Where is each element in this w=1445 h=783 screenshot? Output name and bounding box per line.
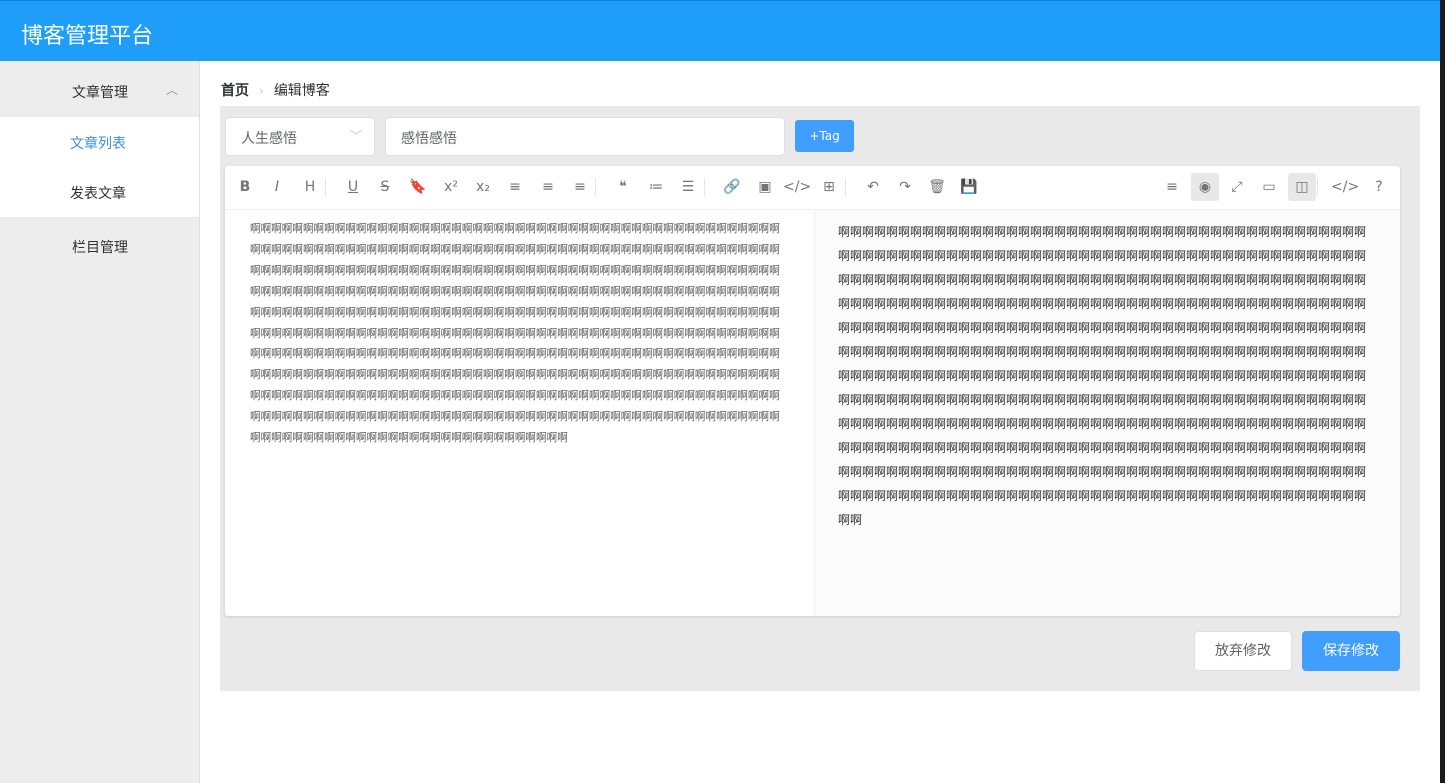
underline-icon[interactable]: U xyxy=(339,173,367,201)
toolbar-separator xyxy=(325,178,326,196)
editor-toolbar: B I H U S 🔖 x² x₂ ≡ ≡ ≡ ❝ ≔ ☰ 🔗 ▣ </> ⊞ ↶ ↷ 🗑 💾 ≡ ◉ ⤢ ▭ ◫ </>? xyxy=(225,166,1400,210)
superscript-icon[interactable]: x² xyxy=(437,173,465,201)
link-icon[interactable]: 🔗 xyxy=(718,173,746,201)
toolbar-separator xyxy=(704,178,705,196)
discard-changes-button[interactable]: 放弃修改 xyxy=(1194,631,1292,671)
align-center-icon[interactable]: ≡ xyxy=(534,173,562,201)
toolbar-separator xyxy=(845,178,846,196)
toolbar-separator xyxy=(595,178,596,196)
chevron-up-icon: ︿ xyxy=(166,83,179,97)
breadcrumb: 首页 › 编辑博客 xyxy=(221,80,330,100)
source-code-icon[interactable]: </> xyxy=(1331,173,1359,201)
top-header: 博客管理平台 xyxy=(0,0,1440,61)
bookmark-icon[interactable]: 🔖 xyxy=(404,173,432,201)
heading-icon[interactable]: H xyxy=(296,173,324,201)
navigation-icon[interactable]: ≡ xyxy=(1158,173,1186,201)
editor-content[interactable]: 啊啊啊啊啊啊啊啊啊啊啊啊啊啊啊啊啊啊啊啊啊啊啊啊啊啊啊啊啊啊啊啊啊啊啊啊啊啊啊啊… xyxy=(250,219,785,449)
bold-icon[interactable]: B xyxy=(231,173,259,201)
editor-preview-pane: 啊啊啊啊啊啊啊啊啊啊啊啊啊啊啊啊啊啊啊啊啊啊啊啊啊啊啊啊啊啊啊啊啊啊啊啊啊啊啊啊… xyxy=(814,210,1400,616)
subscript-icon[interactable]: x₂ xyxy=(469,173,497,201)
sidebar-submenu: 文章列表 发表文章 xyxy=(0,117,199,217)
editor-input-pane[interactable]: 啊啊啊啊啊啊啊啊啊啊啊啊啊啊啊啊啊啊啊啊啊啊啊啊啊啊啊啊啊啊啊啊啊啊啊啊啊啊啊啊… xyxy=(225,210,814,616)
save-icon[interactable]: 💾 xyxy=(955,173,983,201)
quote-icon[interactable]: ❝ xyxy=(609,173,637,201)
window-icon[interactable]: ▭ xyxy=(1255,173,1283,201)
sidebar-item-article-list[interactable]: 文章列表 xyxy=(70,133,126,153)
italic-icon[interactable]: I xyxy=(263,173,291,201)
unordered-list-icon[interactable]: ☰ xyxy=(674,173,702,201)
trash-icon[interactable]: 🗑 xyxy=(923,173,951,201)
breadcrumb-home[interactable]: 首页 xyxy=(221,80,249,100)
help-icon[interactable]: ? xyxy=(1365,173,1393,201)
window-edge xyxy=(1440,0,1445,783)
code-icon[interactable]: </> xyxy=(783,173,811,201)
fullscreen-icon[interactable]: ⤢ xyxy=(1223,173,1251,201)
ordered-list-icon[interactable]: ≔ xyxy=(642,173,670,201)
undo-icon[interactable]: ↶ xyxy=(859,173,887,201)
category-value: 人生感悟 xyxy=(241,131,297,147)
chevron-right-icon: › xyxy=(259,84,264,98)
edit-panel: 人生感悟 ﹀ 感悟感悟 +Tag B I H U S 🔖 x² x₂ ≡ ≡ ≡ ❝ ≔ ☰ 🔗 ▣ </> ⊞ ↶… xyxy=(220,106,1420,691)
sidebar-group-label: 文章管理 xyxy=(72,85,128,101)
markdown-editor: B I H U S 🔖 x² x₂ ≡ ≡ ≡ ❝ ≔ ☰ 🔗 ▣ </> ⊞ ↶ ↷ 🗑 💾 ≡ ◉ ⤢ ▭ ◫ </>? 啊啊啊啊… xyxy=(225,166,1400,616)
save-changes-button[interactable]: 保存修改 xyxy=(1302,631,1400,671)
breadcrumb-current: 编辑博客 xyxy=(273,83,330,99)
image-icon[interactable]: ▣ xyxy=(751,173,779,201)
split-view-icon[interactable]: ◫ xyxy=(1288,173,1316,201)
add-tag-button[interactable]: +Tag xyxy=(795,120,854,152)
sidebar-group-column[interactable]: 栏目管理 xyxy=(72,237,128,257)
sidebar-group-article[interactable]: 文章管理 ︿ xyxy=(0,61,199,117)
preview-content: 啊啊啊啊啊啊啊啊啊啊啊啊啊啊啊啊啊啊啊啊啊啊啊啊啊啊啊啊啊啊啊啊啊啊啊啊啊啊啊啊… xyxy=(838,225,1367,527)
category-select[interactable]: 人生感悟 ﹀ xyxy=(225,117,375,156)
sidebar-item-publish-article[interactable]: 发表文章 xyxy=(70,183,126,203)
toolbar-separator xyxy=(1317,178,1318,196)
strikethrough-icon[interactable]: S xyxy=(371,173,399,201)
chevron-down-icon: ﹀ xyxy=(349,129,362,143)
redo-icon[interactable]: ↷ xyxy=(891,173,919,201)
align-left-icon[interactable]: ≡ xyxy=(501,173,529,201)
title-value: 感悟感悟 xyxy=(401,131,457,147)
align-right-icon[interactable]: ≡ xyxy=(566,173,594,201)
preview-toggle-icon[interactable]: ◉ xyxy=(1191,173,1219,201)
title-input[interactable]: 感悟感悟 xyxy=(385,117,785,156)
sidebar: 文章管理 ︿ 文章列表 发表文章 栏目管理 xyxy=(0,61,200,783)
table-icon[interactable]: ⊞ xyxy=(815,173,843,201)
app-title: 博客管理平台 xyxy=(21,24,154,49)
